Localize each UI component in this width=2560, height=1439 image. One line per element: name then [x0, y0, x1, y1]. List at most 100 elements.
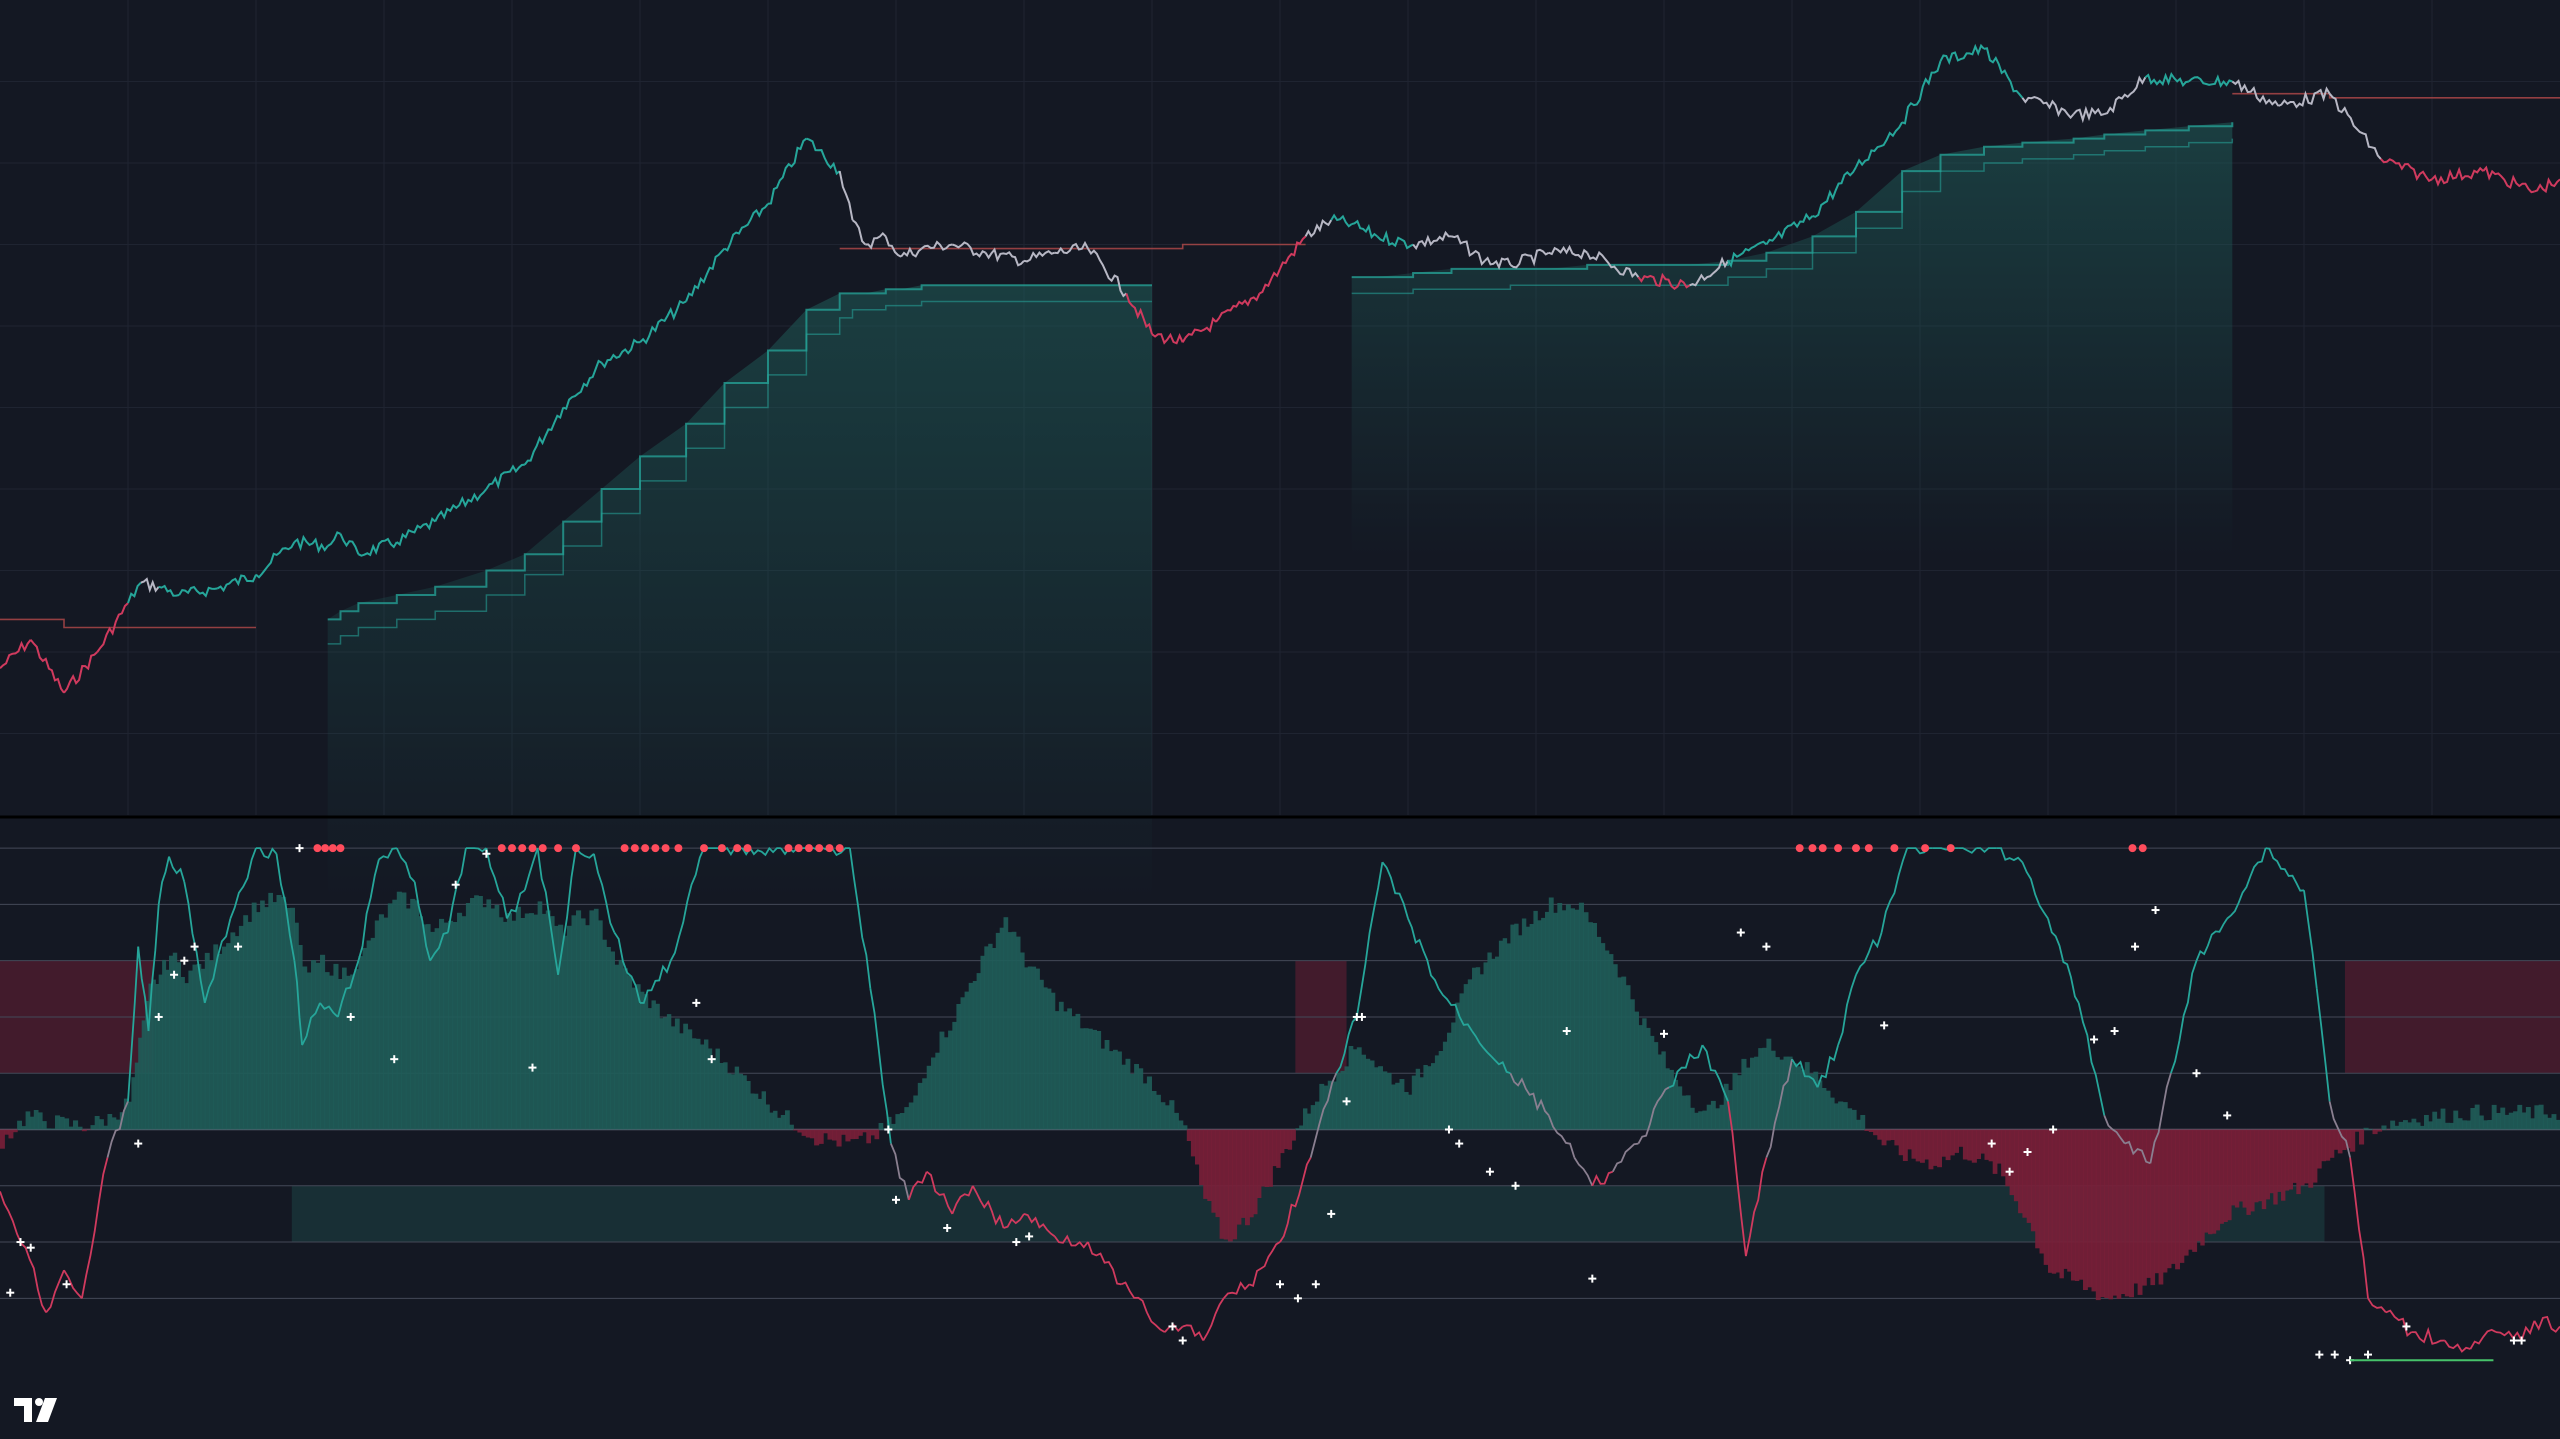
histogram-bar [1054, 1011, 1060, 1130]
histogram-bar [1578, 902, 1584, 1130]
histogram-bar [1762, 1047, 1767, 1130]
histogram-bar [276, 895, 282, 1130]
histogram-bar [1129, 1073, 1135, 1130]
histogram-bar [952, 1021, 957, 1130]
histogram-bar [988, 943, 993, 1130]
histogram-bar [1706, 1104, 1712, 1130]
histogram-bar [734, 1066, 740, 1130]
histogram-bar [1088, 1028, 1093, 1130]
histogram-bar [1642, 1018, 1647, 1130]
histogram-bar [2051, 1129, 2057, 1274]
histogram-bar [2055, 1129, 2061, 1273]
histogram-bar [414, 900, 420, 1130]
histogram-bar [627, 975, 633, 1130]
histogram-bar [2146, 1129, 2151, 1278]
histogram-bar [1553, 912, 1558, 1130]
histogram-bar [598, 920, 603, 1130]
histogram-bar [1117, 1051, 1122, 1130]
histogram-bar [524, 913, 530, 1130]
histogram-bar [968, 982, 974, 1130]
overbought-signal [518, 844, 527, 853]
histogram-bar [797, 1129, 803, 1133]
histogram-bar [2071, 1129, 2076, 1281]
histogram-bar [1980, 1129, 1986, 1154]
histogram-bar [1447, 1032, 1452, 1130]
histogram-bar [730, 1074, 736, 1130]
histogram-bar [1455, 1002, 1461, 1130]
histogram-bar [1487, 952, 1492, 1130]
histogram-bar [1240, 1129, 1246, 1218]
histogram-bar [1283, 1129, 1289, 1149]
histogram-bar [773, 1110, 778, 1130]
histogram-bar [374, 920, 380, 1130]
histogram-bar [922, 1078, 928, 1130]
histogram-bar [1638, 1025, 1643, 1130]
histogram-bar [1890, 1129, 1895, 1140]
histogram-bar [1621, 976, 1627, 1130]
histogram-bar [727, 1073, 732, 1130]
histogram-bar [832, 1129, 838, 1141]
histogram-bar [1732, 1073, 1738, 1130]
histogram-bar [1310, 1105, 1316, 1130]
histogram-bar [46, 1128, 52, 1130]
histogram-bar [1395, 1082, 1401, 1130]
histogram-bar [976, 973, 981, 1130]
histogram-bar [12, 1129, 18, 1133]
histogram-bar [1971, 1129, 1977, 1163]
histogram-bar [1039, 979, 1044, 1130]
histogram-bar [1783, 1056, 1789, 1130]
histogram-bar [1280, 1129, 1285, 1154]
histogram-bar [2227, 1129, 2232, 1221]
histogram-bar [992, 948, 997, 1130]
histogram-bar [2187, 1129, 2193, 1250]
histogram-bar [1928, 1129, 1934, 1170]
histogram-bar [2078, 1129, 2084, 1280]
histogram-bar [1561, 910, 1567, 1130]
histogram-bar [1856, 1119, 1861, 1130]
histogram-bar [1932, 1129, 1938, 1166]
histogram-bar [1173, 1112, 1179, 1130]
overbought-signal [835, 844, 844, 853]
overbought-signal [1808, 844, 1817, 853]
histogram-bar [226, 943, 231, 1130]
histogram-bar [470, 898, 475, 1130]
histogram-bar [50, 1128, 56, 1130]
histogram-bar [742, 1075, 747, 1130]
overbought-signal [554, 844, 563, 853]
histogram-bar [874, 1129, 880, 1140]
histogram-bar [1003, 917, 1009, 1130]
histogram-bar [2005, 1129, 2011, 1187]
histogram-bar [302, 966, 308, 1130]
histogram-bar [2461, 1120, 2467, 1130]
histogram-bar [443, 922, 449, 1130]
histogram-bar [1847, 1108, 1853, 1130]
histogram-bar [827, 1129, 833, 1140]
histogram-bar [984, 946, 989, 1130]
histogram-bar [1945, 1129, 1951, 1161]
histogram-bar [329, 975, 335, 1130]
histogram-bar [107, 1114, 113, 1130]
histogram-bar [478, 896, 483, 1130]
histogram-bar [42, 1121, 47, 1130]
overbought-signal [651, 844, 660, 853]
histogram-bar [474, 895, 479, 1130]
overbought-signal [1946, 844, 1955, 853]
histogram-bar [439, 918, 445, 1130]
histogram-bar [511, 920, 517, 1130]
histogram-bar [1694, 1112, 1699, 1130]
histogram-bar [663, 1017, 668, 1130]
histogram-bar [926, 1065, 932, 1130]
histogram-bar [1146, 1076, 1152, 1130]
histogram-bar [315, 962, 321, 1130]
histogram-bar [576, 910, 582, 1130]
histogram-bar [430, 931, 436, 1130]
histogram-bar [1881, 1129, 1887, 1146]
histogram-bar [972, 981, 978, 1130]
overbought-signal [1921, 844, 1930, 853]
histogram-bar [1472, 967, 1477, 1130]
histogram-bar [2120, 1129, 2126, 1294]
histogram-bar [1570, 908, 1575, 1130]
histogram-bar [1134, 1064, 1139, 1130]
histogram-bar [899, 1113, 905, 1130]
chart-canvas [0, 0, 2560, 1439]
